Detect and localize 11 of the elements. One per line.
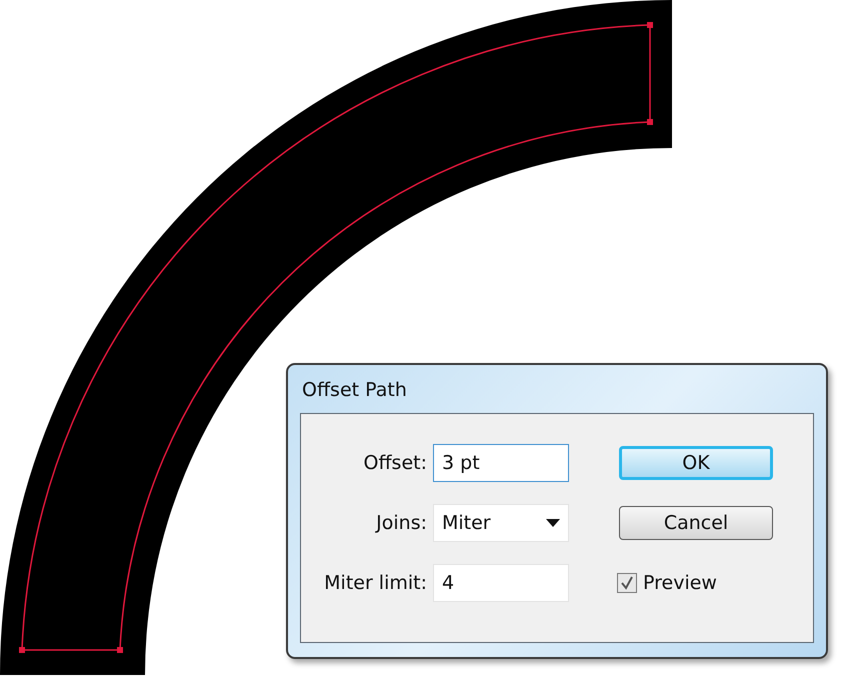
input-field[interactable]: 4 [433, 564, 569, 602]
field-label: Offset: [364, 452, 427, 474]
caret-icon [546, 519, 560, 527]
cancel-button[interactable]: Cancel [619, 506, 773, 540]
field-label: Miter limit: [324, 572, 427, 594]
input-field[interactable]: 3 pt [433, 444, 569, 482]
joins-dropdown[interactable]: Miter [433, 504, 569, 542]
dialog-title: Offset Path [301, 378, 408, 403]
ok-button[interactable]: OK [619, 446, 773, 480]
preview-checkbox[interactable]: Preview [603, 564, 717, 602]
field-label: Joins: [376, 512, 427, 534]
